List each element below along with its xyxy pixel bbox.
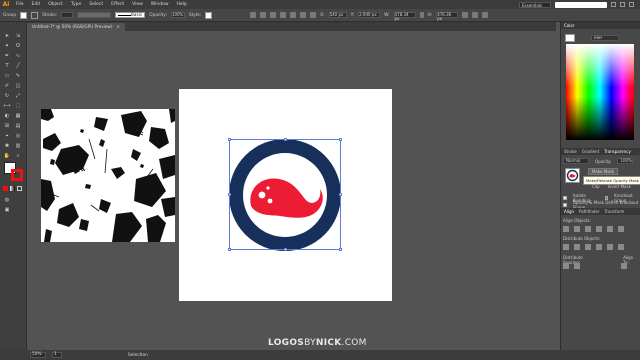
dist-hcenter-icon[interactable] <box>607 244 613 250</box>
tab-transparency[interactable]: Transparency <box>604 149 631 154</box>
distribute-objects-label: Distribute Objects: <box>563 236 601 241</box>
align-h-left-icon[interactable] <box>563 226 569 232</box>
dist-right-icon[interactable] <box>618 244 624 250</box>
handle-bottom-center[interactable] <box>284 248 287 251</box>
transparency-panel-header: Stroke Gradient Transparency <box>561 148 640 155</box>
zoom-field[interactable]: 50% <box>30 352 46 358</box>
transparency-opacity-label: Opacity: <box>595 158 612 164</box>
watermark-by: BY <box>304 338 316 348</box>
spacing-row <box>563 263 627 269</box>
handle-top-right[interactable] <box>339 138 342 141</box>
space-horizontal-icon[interactable] <box>574 263 580 269</box>
tab-transform[interactable]: Transform <box>605 209 625 214</box>
opacity-define-checkbox[interactable] <box>563 203 567 207</box>
color-panel-header: Color <box>561 22 640 29</box>
mask-options-row: Clip Invert Mask <box>592 184 631 189</box>
align-to-selection-icon[interactable] <box>621 263 627 269</box>
handle-bottom-left[interactable] <box>228 248 231 251</box>
color-hex-field[interactable]: ffffff <box>591 35 619 41</box>
color-fill-swatch[interactable] <box>565 34 575 42</box>
tab-pathfinder[interactable]: Pathfinder <box>579 209 600 214</box>
invert-mask-option[interactable]: Invert Mask <box>608 184 631 189</box>
clip-option[interactable]: Clip <box>592 184 600 189</box>
status-bar: 50% 1 Selection <box>0 350 640 360</box>
watermark-logos: LOGOS <box>268 338 305 348</box>
align-objects-label: Align Objects: <box>563 218 591 223</box>
dist-bottom-icon[interactable] <box>585 244 591 250</box>
align-v-bottom-icon[interactable] <box>618 226 624 232</box>
tab-stroke[interactable]: Stroke <box>564 149 577 154</box>
make-mask-button[interactable]: Make Mask <box>588 168 618 175</box>
space-vertical-icon[interactable] <box>563 263 569 269</box>
handle-bottom-right[interactable] <box>339 248 342 251</box>
align-v-top-icon[interactable] <box>596 226 602 232</box>
distribute-objects-row <box>563 244 624 250</box>
align-v-center-icon[interactable] <box>607 226 613 232</box>
object-thumbnail[interactable] <box>565 168 580 183</box>
watermark-com: .COM <box>341 338 367 348</box>
dist-vcenter-icon[interactable] <box>574 244 580 250</box>
align-h-right-icon[interactable] <box>585 226 591 232</box>
selection-bounding-box[interactable] <box>228 138 342 251</box>
handle-top-center[interactable] <box>284 138 287 141</box>
dist-left-icon[interactable] <box>596 244 602 250</box>
align-panel-header: Align Pathfinder Transform <box>561 208 640 215</box>
color-tab[interactable]: Color <box>564 23 574 28</box>
handle-middle-right[interactable] <box>339 193 342 196</box>
transparency-opacity-field[interactable]: 100% <box>617 158 634 164</box>
artboard-number-field[interactable]: 1 <box>52 352 62 358</box>
watermark-nick: NICK <box>315 338 342 348</box>
handle-middle-left[interactable] <box>228 193 231 196</box>
blend-mode-select[interactable]: Normal <box>563 158 589 164</box>
blend-row: Normal Opacity: 100% <box>563 158 634 164</box>
color-spectrum[interactable] <box>566 44 634 140</box>
watermark: LOGOSBYNICK.COM <box>268 338 367 348</box>
tab-align[interactable]: Align <box>564 209 574 214</box>
current-tool-label: Selection <box>128 352 148 358</box>
thumbnail-logo-icon <box>566 169 579 182</box>
dist-top-icon[interactable] <box>563 244 569 250</box>
tab-gradient[interactable]: Gradient <box>582 149 599 154</box>
align-objects-row <box>563 226 624 232</box>
handle-top-left[interactable] <box>228 138 231 141</box>
align-h-center-icon[interactable] <box>574 226 580 232</box>
